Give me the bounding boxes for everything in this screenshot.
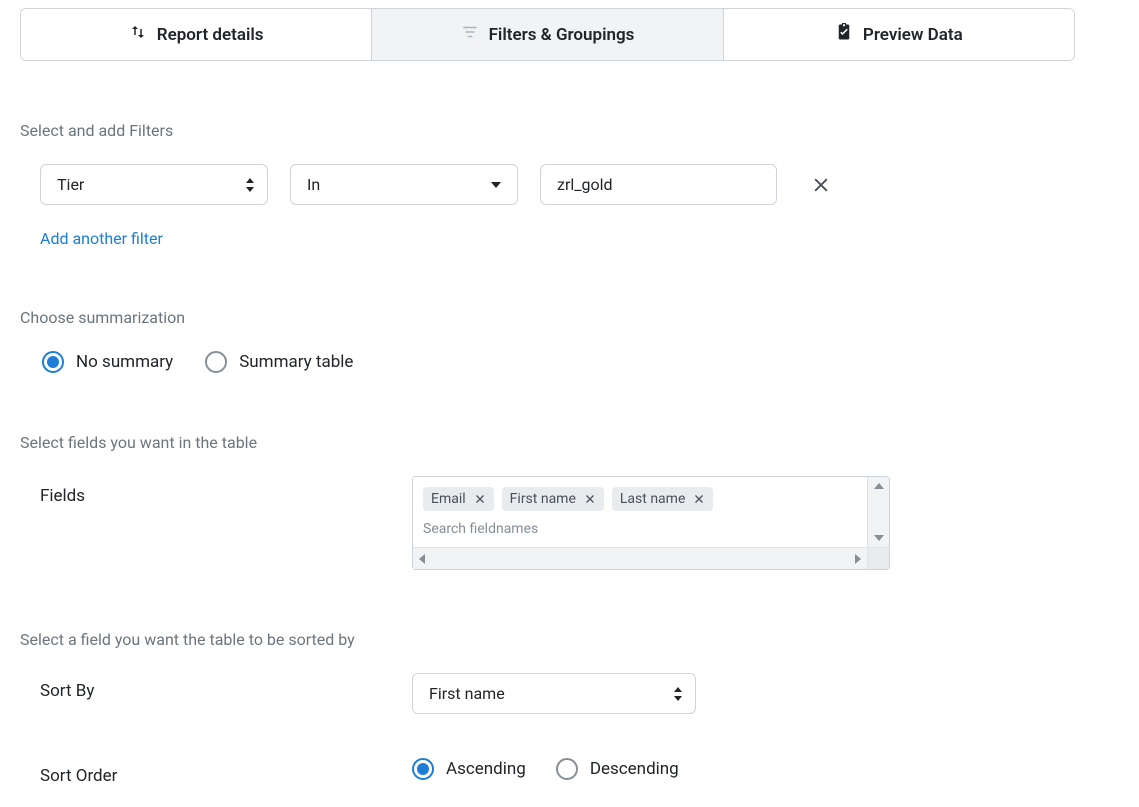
filter-icon bbox=[461, 23, 479, 46]
filters-section: Select and add Filters Tier In Add anoth… bbox=[20, 121, 1119, 248]
radio-icon bbox=[412, 758, 434, 780]
sort-arrows-icon bbox=[673, 686, 683, 702]
caret-down-icon bbox=[491, 182, 501, 188]
scroll-left-icon bbox=[419, 554, 425, 564]
radio-descending[interactable]: Descending bbox=[556, 758, 679, 780]
sort-arrows-icon bbox=[245, 177, 255, 193]
radio-ascending[interactable]: Ascending bbox=[412, 758, 526, 780]
summarization-heading: Choose summarization bbox=[20, 308, 1119, 327]
clipboard-icon bbox=[835, 23, 853, 46]
sort-order-label: Sort Order bbox=[40, 758, 412, 786]
radio-icon bbox=[42, 351, 64, 373]
field-tag: First name bbox=[502, 487, 604, 511]
tab-preview-data[interactable]: Preview Data bbox=[724, 9, 1074, 60]
tag-label: Last name bbox=[620, 491, 685, 507]
scroll-up-icon bbox=[874, 483, 884, 489]
filter-value-input[interactable] bbox=[540, 164, 777, 205]
sort-by-select[interactable]: First name bbox=[412, 673, 696, 714]
scroll-down-icon bbox=[874, 535, 884, 541]
tab-label: Filters & Groupings bbox=[489, 25, 635, 45]
vertical-scrollbar[interactable] bbox=[867, 477, 889, 547]
radio-label: Summary table bbox=[239, 352, 353, 372]
radio-no-summary[interactable]: No summary bbox=[42, 351, 173, 373]
sort-section: Select a field you want the table to be … bbox=[20, 630, 1119, 786]
tab-report-details[interactable]: Report details bbox=[21, 9, 372, 60]
select-value: First name bbox=[429, 684, 505, 703]
filter-row: Tier In bbox=[40, 164, 1119, 205]
tab-label: Preview Data bbox=[863, 25, 963, 45]
scroll-corner bbox=[867, 548, 889, 569]
horizontal-scrollbar[interactable] bbox=[413, 547, 889, 569]
fields-search-input[interactable] bbox=[413, 517, 849, 547]
tab-filters-groupings[interactable]: Filters & Groupings bbox=[372, 9, 723, 60]
radio-label: No summary bbox=[76, 352, 173, 372]
remove-tag-button[interactable] bbox=[693, 493, 705, 505]
radio-label: Ascending bbox=[446, 759, 526, 779]
summarization-radio-group: No summary Summary table bbox=[42, 351, 1119, 373]
radio-summary-table[interactable]: Summary table bbox=[205, 351, 353, 373]
fields-heading: Select fields you want in the table bbox=[20, 433, 1119, 452]
filters-heading: Select and add Filters bbox=[20, 121, 1119, 140]
fields-multiselect[interactable]: Email First name Last name bbox=[412, 476, 890, 570]
tag-label: Email bbox=[431, 491, 466, 507]
sort-by-label: Sort By bbox=[40, 673, 412, 701]
remove-filter-button[interactable] bbox=[811, 175, 831, 195]
field-tag: Email bbox=[423, 487, 494, 511]
remove-tag-button[interactable] bbox=[474, 493, 486, 505]
fields-section: Select fields you want in the table Fiel… bbox=[20, 433, 1119, 570]
radio-icon bbox=[556, 758, 578, 780]
summarization-section: Choose summarization No summary Summary … bbox=[20, 308, 1119, 373]
select-value: Tier bbox=[57, 175, 84, 194]
radio-label: Descending bbox=[590, 759, 679, 779]
select-value: In bbox=[307, 175, 320, 194]
field-tag: Last name bbox=[612, 487, 713, 511]
remove-tag-button[interactable] bbox=[584, 493, 596, 505]
filter-operator-select[interactable]: In bbox=[290, 164, 518, 205]
sort-icon bbox=[129, 23, 147, 46]
filter-field-select[interactable]: Tier bbox=[40, 164, 268, 205]
tab-bar: Report details Filters & Groupings Previ… bbox=[20, 8, 1075, 61]
fields-label: Fields bbox=[40, 476, 412, 506]
tag-label: First name bbox=[510, 491, 576, 507]
add-filter-link[interactable]: Add another filter bbox=[40, 229, 163, 248]
radio-icon bbox=[205, 351, 227, 373]
tab-label: Report details bbox=[157, 25, 264, 45]
sort-heading: Select a field you want the table to be … bbox=[20, 630, 1119, 649]
scroll-right-icon bbox=[855, 554, 861, 564]
sort-order-radio-group: Ascending Descending bbox=[412, 758, 679, 780]
